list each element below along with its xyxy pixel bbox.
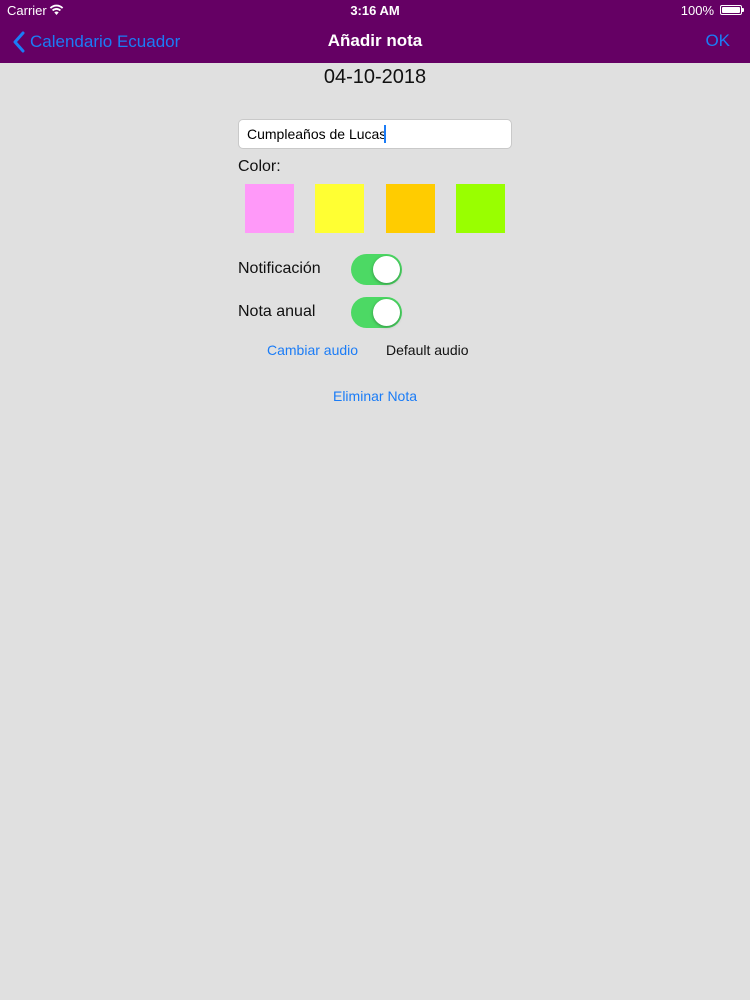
battery-percent: 100% — [680, 3, 714, 18]
delete-note-button[interactable]: Eliminar Nota — [0, 388, 750, 404]
color-label: Color: — [238, 158, 281, 175]
back-button-label: Calendario Ecuador — [30, 32, 181, 51]
top-bar: Carrier 3:16 AM 100% Calendario Ecuador … — [0, 0, 750, 63]
status-bar: Carrier 3:16 AM 100% — [0, 0, 750, 20]
chevron-left-icon — [13, 31, 25, 53]
color-swatch-yellow[interactable] — [315, 184, 364, 233]
annual-note-toggle[interactable] — [351, 297, 402, 328]
battery-icon — [720, 5, 744, 15]
note-name-input[interactable] — [238, 119, 512, 149]
navigation-bar: Calendario Ecuador Añadir nota OK — [0, 20, 750, 63]
toggle-knob — [373, 256, 400, 283]
ok-button[interactable]: OK — [705, 31, 730, 51]
status-time: 3:16 AM — [350, 3, 400, 18]
notification-toggle[interactable] — [351, 254, 402, 285]
note-date: 04-10-2018 — [323, 66, 427, 88]
color-swatch-orange[interactable] — [386, 184, 435, 233]
notification-label: Notificación — [238, 260, 321, 277]
color-swatch-green[interactable] — [456, 184, 505, 233]
toggle-knob — [373, 299, 400, 326]
annual-note-label: Nota anual — [238, 303, 316, 320]
text-cursor — [384, 125, 386, 143]
color-swatch-pink[interactable] — [245, 184, 294, 233]
back-button[interactable]: Calendario Ecuador — [12, 29, 180, 55]
current-audio-value: Default audio — [386, 342, 469, 358]
change-audio-link[interactable]: Cambiar audio — [267, 342, 358, 358]
